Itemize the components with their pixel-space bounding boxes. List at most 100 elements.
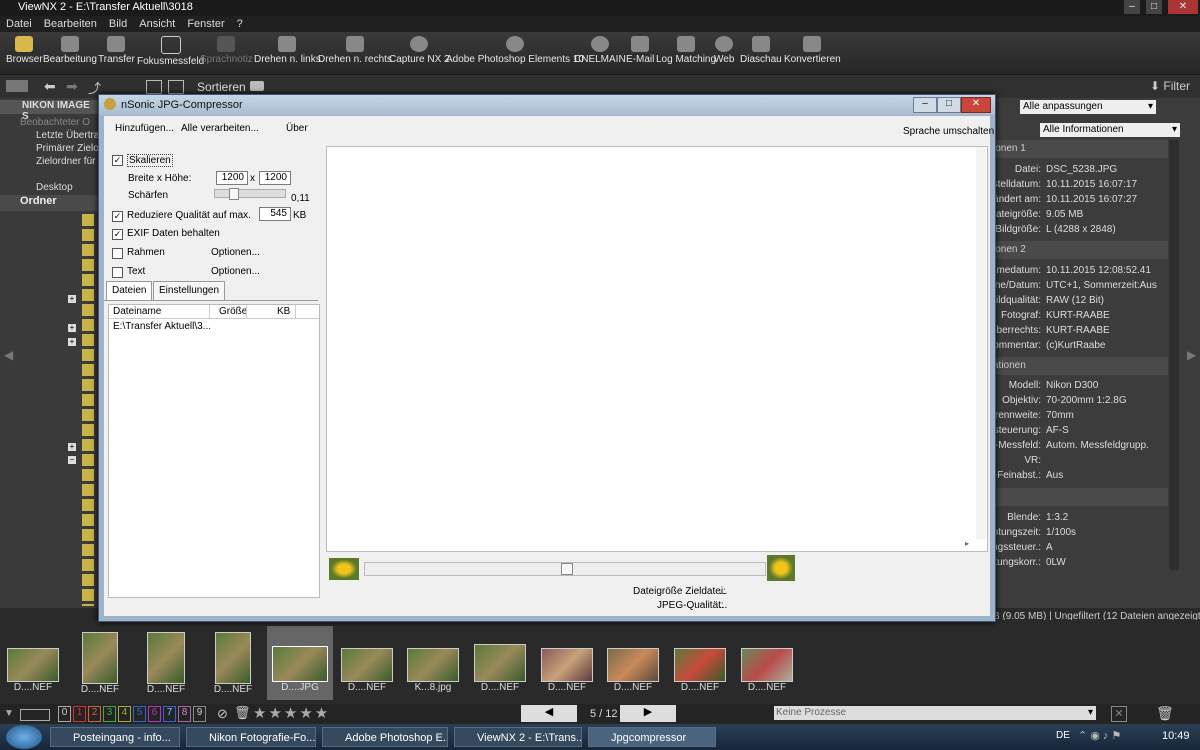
collapse-icon[interactable]: − xyxy=(68,456,76,464)
thumbnail[interactable]: D....NEF xyxy=(70,628,130,700)
slider-thumb[interactable] xyxy=(561,563,573,575)
label-9[interactable]: 9 xyxy=(193,706,206,722)
edit-button[interactable]: Bearbeitung xyxy=(43,36,97,65)
filter-button[interactable]: ⬇ Filter xyxy=(1150,79,1190,93)
task-viewnx[interactable]: ViewNX 2 - E:\Trans... xyxy=(454,727,582,747)
no-rating-icon[interactable]: ⊘ xyxy=(217,706,228,722)
tray-icons[interactable]: ⌃ ◉ ♪ ⚑ xyxy=(1078,729,1121,742)
next-button[interactable]: ▶ xyxy=(620,705,676,722)
minimize-icon[interactable]: – xyxy=(1124,0,1140,14)
close-icon[interactable]: ✕ xyxy=(961,97,991,113)
menu-fenster[interactable]: Fenster xyxy=(181,16,230,32)
max-size-input[interactable]: 545 xyxy=(259,207,291,221)
sharpen-slider[interactable] xyxy=(214,188,286,200)
column-size[interactable]: Größe xyxy=(219,306,247,317)
column-kb[interactable]: KB xyxy=(277,306,290,317)
thumbnail[interactable]: D....NEF xyxy=(603,628,663,700)
task-posteingang[interactable]: Posteingang - info... xyxy=(50,727,180,747)
thumbnail[interactable]: D....NEF xyxy=(670,628,730,700)
tab-settings[interactable]: Einstellungen xyxy=(153,281,226,300)
section-header[interactable]: ionen 2 xyxy=(993,241,1168,259)
focus-button[interactable]: Fokusmessfeld xyxy=(137,36,204,67)
convert-button[interactable]: Konvertieren xyxy=(784,36,841,65)
sort-label[interactable]: Sortieren xyxy=(197,80,246,94)
process-all-menu[interactable]: Alle verarbeiten... xyxy=(181,123,259,134)
info-dropdown[interactable]: Alle Informationen ▾ xyxy=(1040,123,1180,137)
expand-icon[interactable]: + xyxy=(68,324,76,332)
menu-bild[interactable]: Bild xyxy=(103,16,133,32)
height-input[interactable]: 1200 xyxy=(259,171,291,185)
capture-nx-button[interactable]: Capture NX 2 xyxy=(389,36,450,65)
adjustments-dropdown[interactable]: Alle anpassungen ▾ xyxy=(1020,100,1156,114)
about-menu[interactable]: Über xyxy=(286,123,308,134)
reduce-quality-checkbox[interactable]: ✓ xyxy=(112,211,123,222)
frame-options-button[interactable]: Optionen... xyxy=(211,247,260,258)
switch-language-link[interactable]: Sprache umschalten xyxy=(903,126,994,137)
section-header[interactable] xyxy=(993,488,1168,506)
scrollbar[interactable] xyxy=(976,147,986,539)
maximize-icon[interactable]: □ xyxy=(937,97,961,113)
language-indicator[interactable]: DE xyxy=(1056,730,1070,741)
label-6[interactable]: 6 xyxy=(148,706,161,722)
task-jpgcompressor[interactable]: Jpgcompressor xyxy=(588,727,716,747)
desktop-item[interactable]: Desktop xyxy=(36,182,73,193)
tree-item[interactable]: Letzte Übertrag xyxy=(36,130,105,141)
label-0[interactable]: 0 xyxy=(58,706,71,722)
slider-thumb[interactable] xyxy=(229,188,239,200)
camera-icon[interactable] xyxy=(250,81,264,91)
browser-button[interactable]: Browser xyxy=(6,36,43,65)
slideshow-button[interactable]: Diaschau xyxy=(740,36,782,65)
view-mode-icon[interactable] xyxy=(6,80,28,92)
menu-datei[interactable]: Datei xyxy=(0,16,38,32)
voice-memo-button[interactable]: Sprachnotiz xyxy=(200,36,253,65)
close-icon[interactable]: ✕ xyxy=(1168,0,1198,14)
thumbnail[interactable]: K...8.jpg xyxy=(403,628,463,700)
thumbnail[interactable]: D....NEF xyxy=(136,628,196,700)
thumbnail[interactable]: D....NEF xyxy=(470,628,530,700)
transfer-button[interactable]: Transfer xyxy=(98,36,135,65)
label-5[interactable]: 5 xyxy=(133,706,146,722)
cancel-process-icon[interactable]: ✕ xyxy=(1111,706,1127,722)
log-matching-button[interactable]: Log Matching xyxy=(656,36,716,65)
rotate-right-button[interactable]: Drehen n. rechts xyxy=(318,36,392,65)
task-photoshop[interactable]: Adobe Photoshop E... xyxy=(322,727,448,747)
add-menu[interactable]: Hinzufügen... xyxy=(115,123,174,134)
tree-item[interactable]: Zielordner für S xyxy=(36,156,105,167)
zoom-slider[interactable] xyxy=(364,562,766,576)
thumbnail[interactable]: D....NEF xyxy=(737,628,797,700)
right-arrow-icon[interactable]: ▶ xyxy=(1187,348,1196,362)
label-1[interactable]: 1 xyxy=(73,706,86,722)
filmstrip-size-icon[interactable] xyxy=(20,709,50,721)
minimize-icon[interactable]: – xyxy=(913,97,937,113)
expand-icon[interactable]: + xyxy=(68,295,76,303)
scale-checkbox[interactable]: ✓ xyxy=(112,155,123,166)
email-button[interactable]: E-Mail xyxy=(626,36,654,65)
thumbnail[interactable]: D....NEF xyxy=(3,628,63,700)
frame-checkbox[interactable] xyxy=(112,248,123,259)
process-dropdown[interactable]: Keine Prozesse ▾ xyxy=(774,706,1096,720)
back-icon[interactable]: ⬅ xyxy=(44,78,56,95)
thumbnail[interactable]: D....NEF xyxy=(537,628,597,700)
thumbnail-large-icon[interactable] xyxy=(767,555,795,581)
menu-help[interactable]: ? xyxy=(231,16,249,32)
trash-rating-icon[interactable]: 🗑 xyxy=(234,705,251,721)
left-arrow-icon[interactable]: ◀ xyxy=(4,348,13,362)
cnelmain-button[interactable]: CNELMAIN xyxy=(574,36,626,65)
maximize-icon[interactable]: □ xyxy=(1146,0,1162,14)
text-options-button[interactable]: Optionen... xyxy=(211,266,260,277)
thumbnail-selected[interactable]: D....JPG xyxy=(267,626,333,700)
collapse-icon[interactable]: ▼ xyxy=(4,708,14,719)
scrollbar[interactable] xyxy=(1169,140,1179,570)
file-list[interactable]: Dateiname Größe KB E:\Transfer Aktuell\3… xyxy=(108,304,320,598)
text-checkbox[interactable] xyxy=(112,267,123,278)
task-nikon-fotografie[interactable]: Nikon Fotografie-Fo... xyxy=(186,727,316,747)
label-3[interactable]: 3 xyxy=(103,706,116,722)
label-8[interactable]: 8 xyxy=(178,706,191,722)
trash-icon[interactable]: 🗑 xyxy=(1156,705,1174,722)
exif-checkbox[interactable]: ✓ xyxy=(112,229,123,240)
tree-item[interactable]: Beobachteter O xyxy=(20,117,90,128)
menu-bearbeiten[interactable]: Bearbeiten xyxy=(38,16,103,32)
column-filename[interactable]: Dateiname xyxy=(113,306,161,317)
section-header[interactable]: ionen 1 xyxy=(993,140,1168,158)
tree-item[interactable]: Primärer Zielord xyxy=(36,143,108,154)
